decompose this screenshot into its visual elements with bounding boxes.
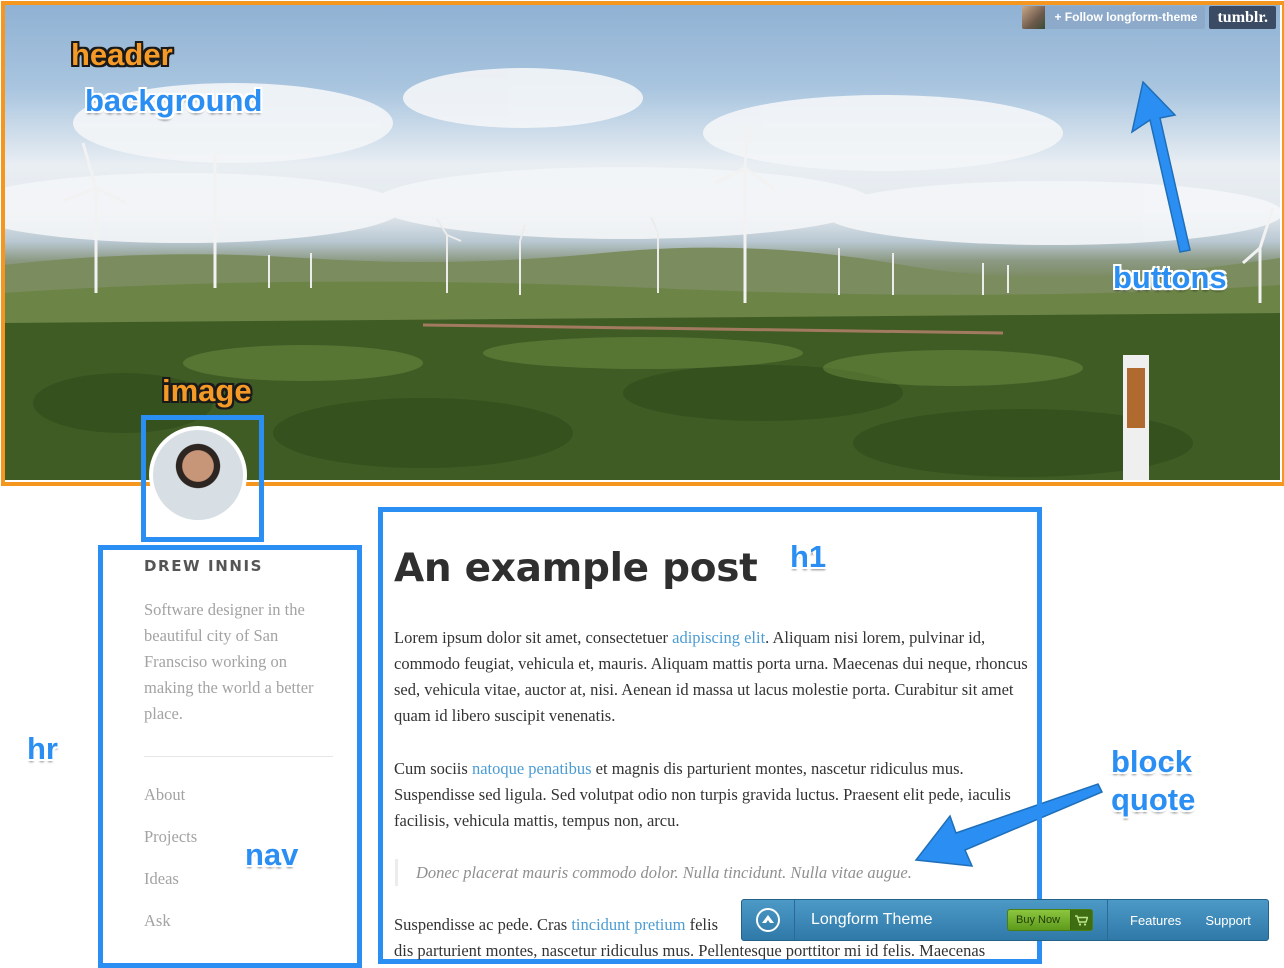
nav-item-projects[interactable]: Projects [144, 827, 197, 847]
text: Lorem ipsum dolor sit amet, consectetuer [394, 628, 673, 647]
theme-logo-icon [756, 908, 780, 932]
post-paragraph-1: Lorem ipsum dolor sit amet, consectetuer… [394, 625, 1044, 729]
post-blockquote: Donec placerat mauris commodo dolor. Nul… [395, 859, 912, 886]
support-link[interactable]: Support [1205, 913, 1251, 928]
inline-link[interactable]: tincidunt pretium [571, 915, 685, 934]
nav-item-ideas[interactable]: Ideas [144, 869, 179, 889]
post-paragraph-3-line-2: dis parturient montes, nascetur ridiculu… [394, 941, 986, 960]
text: Suspendisse ac pede. Cras [394, 915, 572, 934]
nav-item-about[interactable]: About [144, 785, 185, 805]
cart-icon [1070, 910, 1092, 930]
inline-link[interactable]: adipiscing elit [672, 628, 765, 647]
post-title: An example post [394, 546, 758, 591]
post-paragraph-2: Cum sociis natoque penatibus et magnis d… [394, 756, 1044, 834]
sidebar-divider [144, 756, 333, 757]
theme-promo-bar: Longform Theme Buy Now Features Support [741, 899, 1269, 941]
buy-now-button[interactable]: Buy Now [1007, 909, 1093, 931]
inline-link[interactable]: natoque penatibus [472, 759, 592, 778]
author-name: DREW INNIS [144, 557, 264, 575]
avatar[interactable] [149, 426, 247, 524]
arrow-to-buttons [1130, 80, 1191, 253]
author-bio: Software designer in the beautiful city … [144, 600, 314, 723]
buy-now-label: Buy Now [1016, 914, 1061, 926]
nav-item-ask[interactable]: Ask [144, 911, 171, 931]
theme-name: Longform Theme [811, 911, 933, 928]
promo-divider [1107, 900, 1108, 940]
text: felis [685, 915, 718, 934]
features-link[interactable]: Features [1130, 913, 1181, 928]
theme-logo[interactable] [742, 900, 795, 940]
text: Cum sociis [394, 759, 472, 778]
post-paragraph-3: Suspendisse ac pede. Cras tincidunt pret… [394, 912, 740, 938]
